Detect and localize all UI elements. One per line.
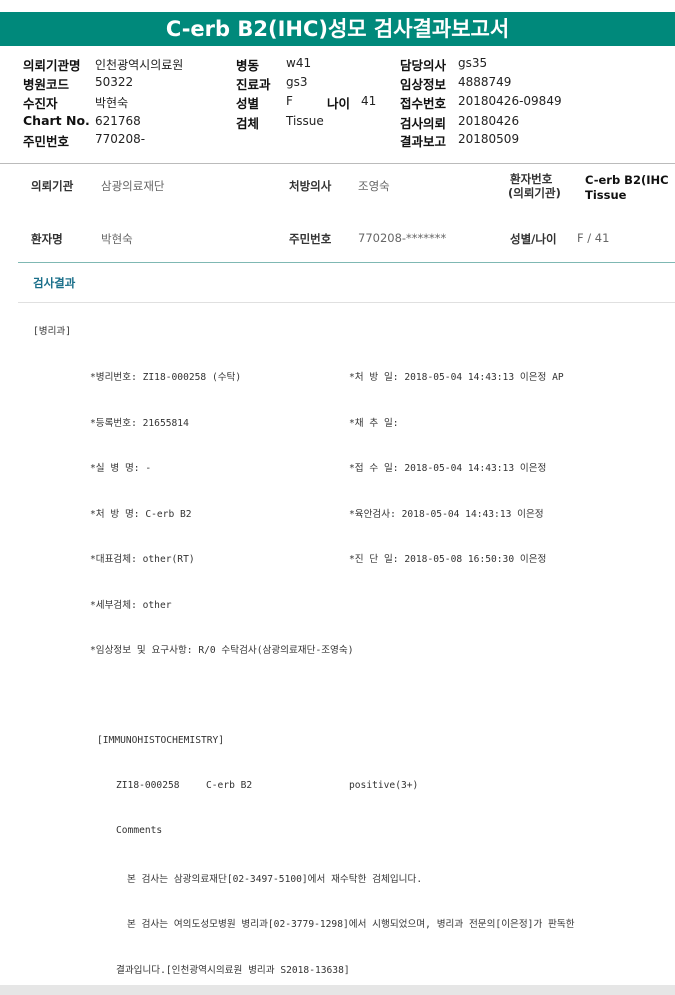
institution-label: 의뢰기관	[31, 179, 74, 193]
header-label: 결과보고	[400, 134, 447, 149]
header-label: 검사의뢰	[400, 116, 447, 131]
header-value: F	[286, 94, 293, 108]
header-label: Chart No.	[23, 113, 90, 128]
rrn-label: 주민번호	[289, 232, 332, 246]
result-field-left: *실 병 명: -	[90, 463, 152, 474]
header-value: 20180426-09849	[458, 94, 562, 108]
ihc-header: [IMMUNOHISTOCHEMISTRY]	[97, 735, 225, 746]
doctor-label: 처방의사	[289, 179, 332, 193]
header-label: 주민번호	[23, 134, 70, 149]
patient-number-value: C-erb B2(IHC	[585, 173, 669, 187]
result-field-right: *진 단 일: 2018-05-08 16:50:30 이은정	[349, 554, 547, 565]
age-value: 41	[361, 94, 377, 108]
results-section-title: 검사결과	[33, 276, 76, 290]
result-field-left: *대표검체: other(RT)	[90, 554, 195, 565]
header-label: 의뢰기관명	[23, 58, 81, 73]
result-field-left: *병리번호: ZI18-000258 (수탁)	[90, 372, 242, 383]
header-label: 임상정보	[400, 77, 447, 92]
patient-number-sublabel: (의뢰기관)	[508, 186, 561, 200]
header-value: 인천광역시의료원	[95, 58, 184, 72]
header-value: 박현숙	[95, 96, 129, 110]
header-value: 4888749	[458, 75, 512, 89]
header-divider	[0, 163, 675, 164]
header-value: 20180426	[458, 114, 520, 128]
patient-name-value: 박현숙	[101, 232, 133, 246]
header-value: gs3	[286, 75, 308, 89]
doctor-value: 조영숙	[358, 179, 390, 193]
header-label: 진료과	[236, 77, 271, 92]
header-label: 담당의사	[400, 58, 447, 73]
header-value: 770208-	[95, 132, 146, 146]
patient-name-label: 환자명	[31, 232, 63, 246]
header-label: 수진자	[23, 96, 58, 111]
header-value: 20180509	[458, 132, 520, 146]
department-label: [병리과]	[33, 326, 72, 337]
ihc-test-name: C-erb B2	[206, 780, 253, 791]
header-value: w41	[286, 56, 312, 70]
bottom-scroll-area	[0, 985, 675, 995]
header-value: gs35	[458, 56, 488, 70]
result-field-left: *임상정보 및 요구사항: R/0 수탁검사(삼광의료재단-조영숙)	[90, 645, 354, 656]
result-field-left: *세부검체: other	[90, 600, 172, 611]
institution-value: 삼광의료재단	[101, 179, 165, 193]
report-title: C-erb B2(IHC)성모 검사결과보고서	[0, 0, 675, 46]
ihc-result: positive(3+)	[349, 780, 419, 791]
results-divider	[18, 302, 675, 303]
header-label: 성별	[236, 96, 260, 111]
result-field-right: *육안검사: 2018-05-04 14:43:13 이은정	[349, 509, 544, 520]
header-label: 검체	[236, 116, 260, 131]
result-field-right: *접 수 일: 2018-05-04 14:43:13 이은정	[349, 463, 547, 474]
sex-age-label: 성별/나이	[510, 232, 557, 246]
ihc-pathology-number: ZI18-000258	[116, 780, 180, 791]
comment-line-1: 본 검사는 삼광의료재단[02-3497-5100]에서 재수탁한 검체입니다.	[127, 874, 423, 885]
header-label: 병원코드	[23, 77, 70, 92]
result-field-right: *처 방 일: 2018-05-04 14:43:13 이은정 AP	[349, 372, 564, 383]
result-field-left: *등록번호: 21655814	[90, 418, 189, 429]
result-field-left: *처 방 명: C-erb B2	[90, 509, 192, 520]
header-label: 병동	[236, 58, 260, 73]
header-label: 접수번호	[400, 96, 447, 111]
patient-divider	[18, 262, 675, 263]
sex-age-value: F / 41	[577, 231, 610, 245]
header-value: 50322	[95, 75, 134, 89]
comments-label: Comments	[116, 825, 163, 836]
header-value: 621768	[95, 114, 141, 128]
patient-number-specimen: Tissue	[585, 188, 627, 202]
comment-line-3: 결과입니다.[인천광역시의료원 병리과 S2018-13638]	[116, 965, 350, 976]
comment-line-2: 본 검사는 여의도성모병원 병리과[02-3779-1298]에서 시행되었으며…	[127, 919, 575, 930]
result-field-right: *채 추 일:	[349, 418, 399, 429]
age-label: 나이	[327, 96, 351, 111]
header-value: Tissue	[286, 114, 324, 128]
rrn-value: 770208-*******	[358, 231, 447, 245]
